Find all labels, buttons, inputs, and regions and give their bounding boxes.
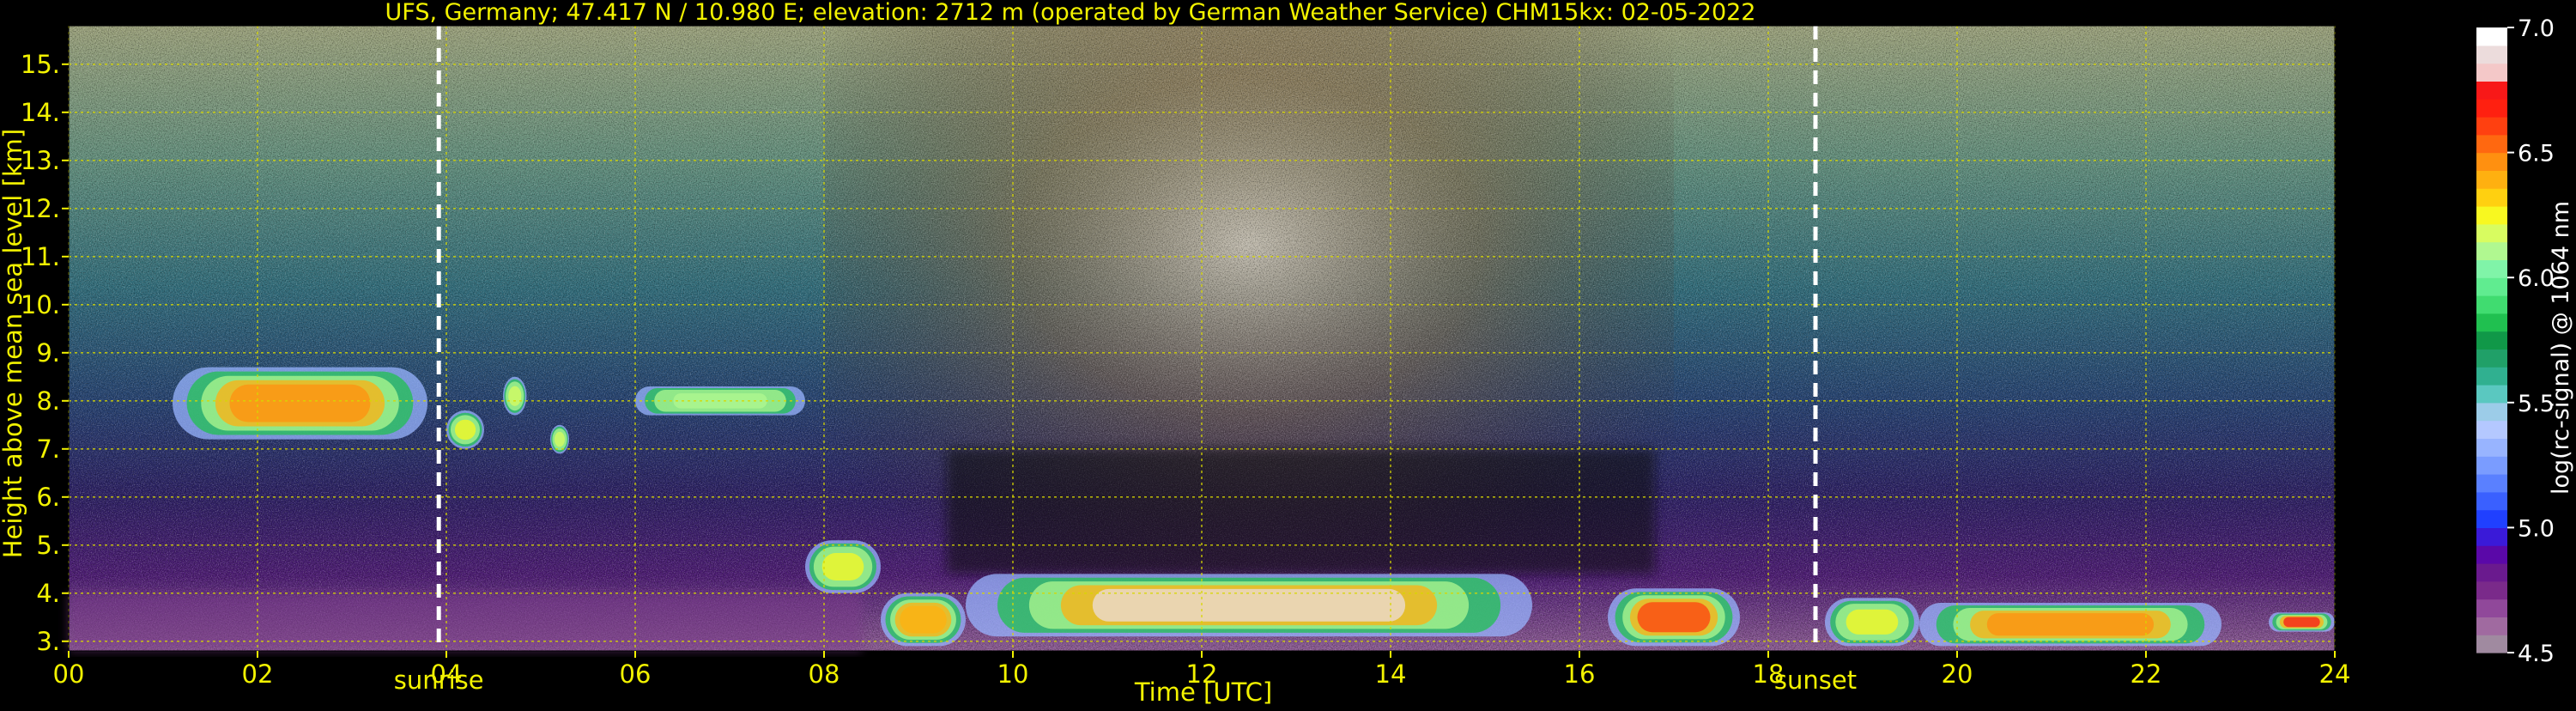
colorbar-segment bbox=[2476, 117, 2507, 136]
cloud-layer-8 bbox=[966, 574, 1532, 637]
x-tick-label: 24 bbox=[2319, 659, 2351, 689]
cloud-layer-11 bbox=[1919, 603, 2221, 647]
y-tick-label: 3. bbox=[36, 627, 60, 656]
colorbar-segment bbox=[2476, 295, 2507, 314]
colorbar-segment bbox=[2476, 241, 2507, 260]
x-tick-label: 20 bbox=[1942, 659, 1973, 689]
colorbar-segment bbox=[2476, 527, 2507, 546]
x-tick-label: 08 bbox=[809, 659, 840, 689]
cloud-layer-4 bbox=[550, 424, 569, 454]
colorbar-segment bbox=[2476, 63, 2507, 82]
y-tick-label: 14. bbox=[21, 98, 60, 127]
chart-title: UFS, Germany; 47.417 N / 10.980 E; eleva… bbox=[385, 0, 1756, 26]
cloud-layer-7 bbox=[881, 592, 966, 647]
colorbar-segment bbox=[2476, 188, 2507, 207]
colorbar-segment bbox=[2476, 580, 2507, 600]
colorbar-segment bbox=[2476, 420, 2507, 439]
y-tick-label: 5. bbox=[36, 531, 60, 560]
y-tick-label: 15. bbox=[21, 50, 60, 79]
colorbar-segment bbox=[2476, 509, 2507, 528]
x-tick-label: 00 bbox=[53, 659, 85, 689]
y-tick-label: 6. bbox=[36, 483, 60, 512]
aerosol-layer bbox=[69, 592, 862, 651]
colorbar: 4.55.05.56.06.57.0 bbox=[2476, 15, 2555, 667]
y-axis-label: Height above mean sea level [km] bbox=[0, 129, 27, 558]
colorbar-tick-label: 5.0 bbox=[2518, 515, 2555, 542]
colorbar-segment bbox=[2476, 635, 2507, 653]
x-tick-label: 14 bbox=[1375, 659, 1407, 689]
colorbar-segment bbox=[2476, 367, 2507, 386]
clear-air-band bbox=[947, 448, 1655, 574]
colorbar-segment bbox=[2476, 349, 2507, 368]
cloud-layer-12 bbox=[2269, 612, 2335, 632]
x-axis-label: Time [UTC] bbox=[1134, 678, 1272, 707]
cloud-layer-9 bbox=[1608, 588, 1740, 647]
colorbar-tick-label: 4.5 bbox=[2518, 641, 2555, 667]
x-tick-label: 10 bbox=[997, 659, 1029, 689]
colorbar-segment bbox=[2476, 599, 2507, 617]
y-tick-label: 7. bbox=[36, 434, 60, 464]
y-tick-label: 8. bbox=[36, 386, 60, 416]
cloud-layer-3 bbox=[503, 376, 527, 416]
colorbar-segment bbox=[2476, 402, 2507, 422]
colorbar-segment bbox=[2476, 99, 2507, 118]
colorbar-label: log(rc-signal) @ 1064 nm bbox=[2548, 201, 2574, 495]
colorbar-segment bbox=[2476, 134, 2507, 154]
colorbar-segment bbox=[2476, 223, 2507, 243]
cloud-layer-2 bbox=[446, 410, 484, 449]
ceilometer-figure: sunrise sunset 00 02 04 06 08 10 12 14 16 18 20 22 24… bbox=[0, 0, 2576, 708]
colorbar-segment bbox=[2476, 563, 2507, 582]
colorbar-segment bbox=[2476, 313, 2507, 332]
cloud-layer-1 bbox=[173, 367, 427, 440]
x-tick-label: 18 bbox=[1753, 659, 1785, 689]
colorbar-segment bbox=[2476, 438, 2507, 457]
colorbar-segment bbox=[2476, 545, 2507, 564]
chart-svg: sunrise sunset 00 02 04 06 08 10 12 14 16 18 20 22 24… bbox=[0, 0, 2574, 707]
colorbar-segment bbox=[2476, 81, 2507, 100]
colorbar-segment bbox=[2476, 206, 2507, 225]
colorbar-segment bbox=[2476, 152, 2507, 171]
colorbar-segment bbox=[2476, 474, 2507, 493]
x-tick-label: 16 bbox=[1564, 659, 1596, 689]
colorbar-segment bbox=[2476, 170, 2507, 189]
x-tick-label: 02 bbox=[242, 659, 274, 689]
y-tick-label: 9. bbox=[36, 338, 60, 368]
colorbar-tick-label: 7.0 bbox=[2518, 15, 2555, 42]
colorbar-segment bbox=[2476, 259, 2507, 278]
colorbar-segment bbox=[2476, 491, 2507, 511]
event-label-sunset: sunset bbox=[1774, 665, 1857, 695]
x-tick-label: 04 bbox=[431, 659, 463, 689]
colorbar-segment bbox=[2476, 27, 2507, 46]
x-tick-label: 22 bbox=[2131, 659, 2162, 689]
y-tick-label: 4. bbox=[36, 579, 60, 608]
colorbar-segment bbox=[2476, 456, 2507, 475]
cloud-layer-6 bbox=[805, 540, 881, 593]
colorbar-segment bbox=[2476, 331, 2507, 349]
colorbar-tick-label: 6.5 bbox=[2518, 141, 2555, 167]
colorbar-segment bbox=[2476, 277, 2507, 296]
colorbar-segment bbox=[2476, 617, 2507, 635]
x-tick-label: 06 bbox=[620, 659, 652, 689]
colorbar-segment bbox=[2476, 45, 2507, 64]
colorbar-segment bbox=[2476, 385, 2507, 404]
cloud-layer-10 bbox=[1825, 598, 1919, 647]
